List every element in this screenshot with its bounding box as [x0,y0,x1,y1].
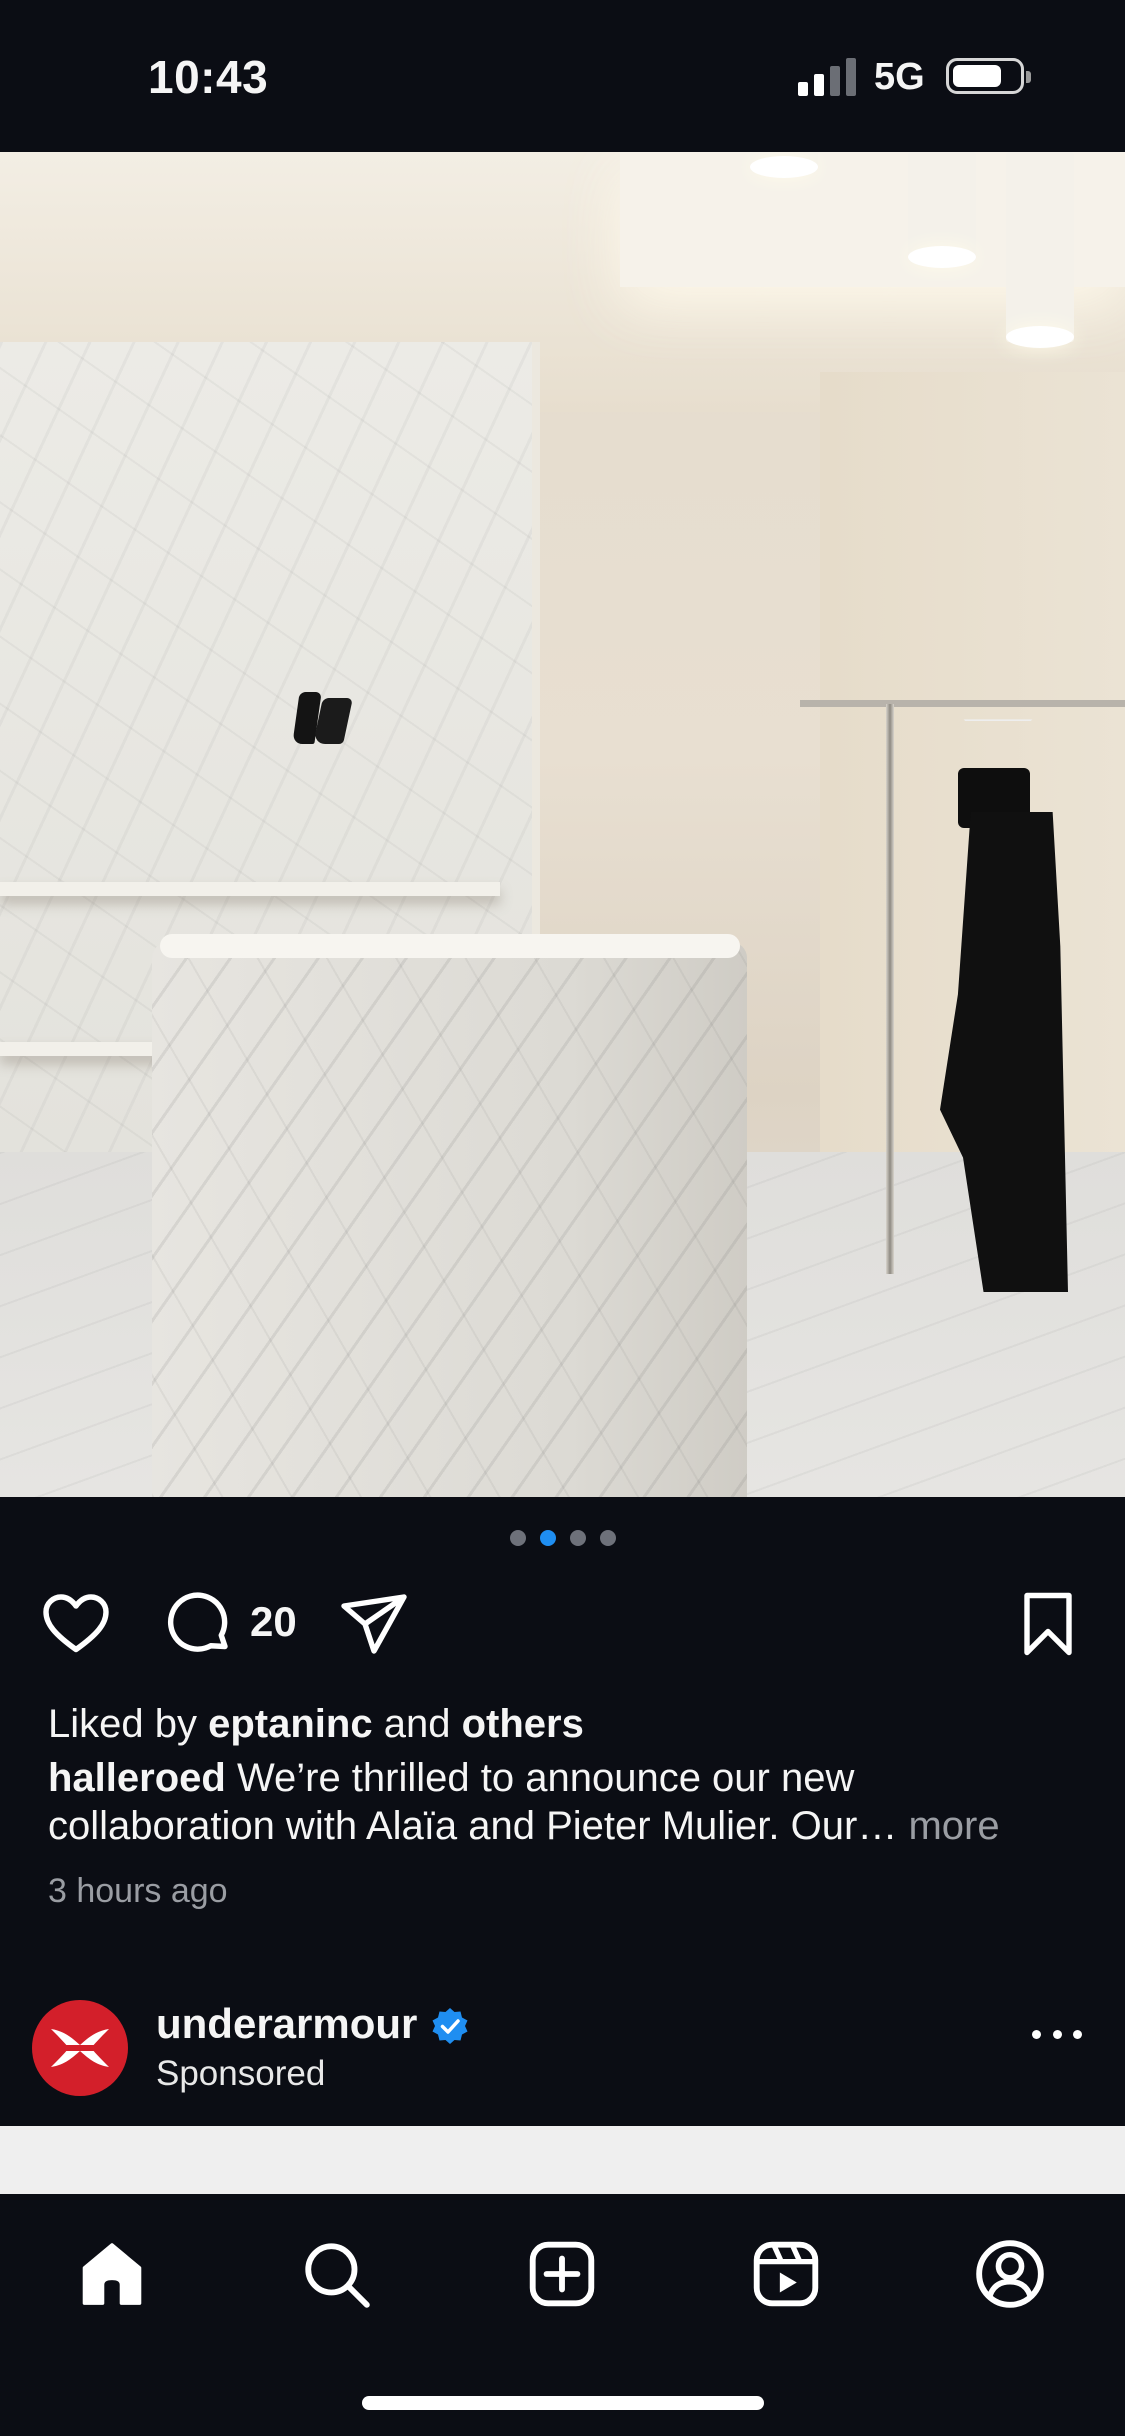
carousel-dot [509,1530,526,1546]
verified-badge-icon [432,2008,468,2044]
home-icon[interactable] [72,2234,152,2314]
signal-strength-icon [798,56,858,96]
carousel-dot-active [539,1530,556,1546]
status-bar: 10:43 5G [0,0,1125,152]
likes-others[interactable]: others [462,1702,584,1746]
shelf [0,882,500,896]
reels-icon[interactable] [746,2234,826,2314]
post-image[interactable] [0,152,1125,1497]
next-post-media-preview[interactable] [0,2126,1125,2194]
caption-author[interactable]: halleroed [48,1756,226,1800]
sponsored-label: Sponsored [156,2054,326,2093]
send-icon[interactable] [336,1586,412,1662]
carousel-indicator [0,1530,1125,1550]
home-indicator [362,2396,764,2410]
shoes [296,682,352,746]
profile-icon[interactable] [970,2234,1050,2314]
ceiling-light [750,152,818,178]
post-actions: 20 [0,1586,1125,1662]
bookmark-icon[interactable] [1010,1586,1086,1662]
carousel-dot [569,1530,586,1546]
likes-summary[interactable]: Liked by eptaninc and others [48,1700,584,1748]
post-caption: halleroed We’re thrilled to announce our… [48,1754,1088,1850]
battery-icon [946,58,1031,94]
ceiling-light [908,152,976,268]
avatar[interactable] [32,2000,128,2096]
carousel-dot [599,1530,616,1546]
sponsored-post-header: underarmour Sponsored [0,1984,1125,2124]
account-name[interactable]: underarmour [156,2000,417,2048]
marble-counter [152,942,747,1497]
comment-count: 20 [250,1598,297,1645]
heart-icon[interactable] [38,1586,114,1662]
ceiling-light [1006,152,1074,348]
clothing-rail [800,700,1125,707]
network-type: 5G [874,56,925,98]
create-icon[interactable] [522,2234,602,2314]
under-armour-logo [51,2029,109,2067]
post-timestamp: 3 hours ago [48,1872,228,1910]
comment-icon[interactable] [160,1586,236,1662]
more-horizontal-icon[interactable] [1032,2024,1082,2044]
liker-username[interactable]: eptaninc [208,1702,372,1746]
search-icon[interactable] [296,2234,376,2314]
more-link[interactable]: more [897,1804,999,1848]
status-time: 10:43 [148,51,269,103]
